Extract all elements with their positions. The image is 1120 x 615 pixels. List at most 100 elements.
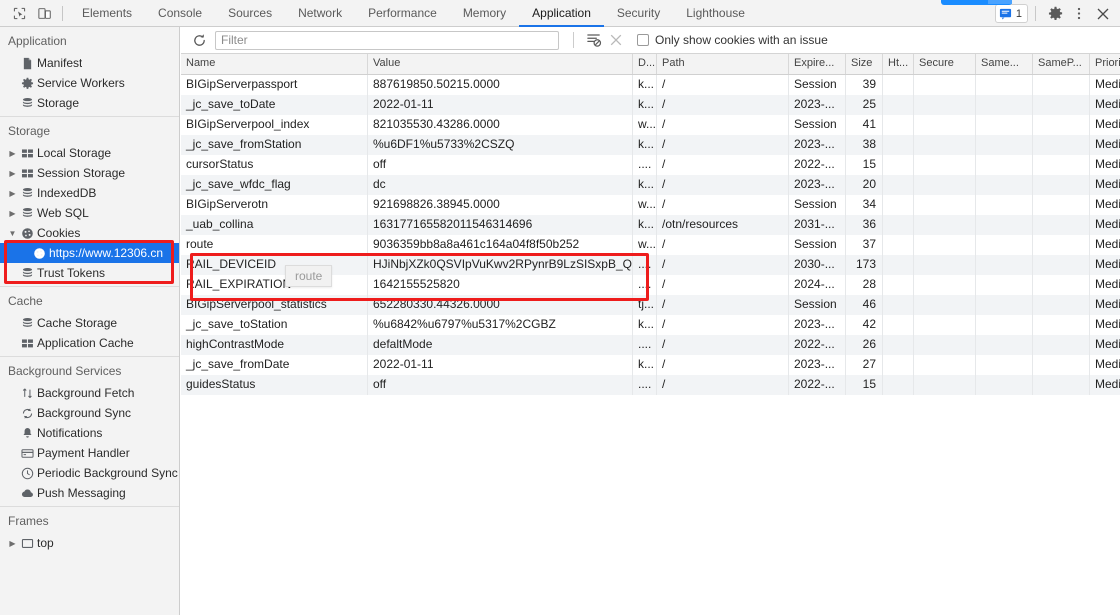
sidebar-item-background-fetch[interactable]: Background Fetch <box>0 383 179 403</box>
tab-memory[interactable]: Memory <box>450 0 519 27</box>
cell-expires: 2031-... <box>789 215 846 235</box>
sidebar-item-service-workers[interactable]: Service Workers <box>0 73 179 93</box>
sidebar-item-payment-handler[interactable]: Payment Handler <box>0 443 179 463</box>
cell-httponly <box>883 295 914 315</box>
column-header-expires[interactable]: Expire... <box>789 54 846 74</box>
chevron-right-icon[interactable]: ▶ <box>7 539 18 548</box>
toolbar-divider-right <box>1035 6 1036 21</box>
cell-domain: k... <box>633 355 657 375</box>
sidebar-item-storage[interactable]: Storage <box>0 93 179 113</box>
column-header-secure[interactable]: Secure <box>914 54 976 74</box>
tab-lighthouse[interactable]: Lighthouse <box>673 0 758 27</box>
cell-domain: .... <box>633 335 657 355</box>
table-row[interactable]: route 9036359bb8a8a461c164a04f8f50b252 w..… <box>181 235 1120 255</box>
table-row[interactable]: cursorStatusoff..../2022-...15 Medium <box>181 155 1120 175</box>
chevron-right-icon[interactable]: ▶ <box>7 169 18 178</box>
sidebar-item-trust-tokens[interactable]: Trust Tokens <box>0 263 179 283</box>
tab-security[interactable]: Security <box>604 0 673 27</box>
inspect-element-icon[interactable] <box>6 1 32 25</box>
cell-name: _jc_save_fromStation <box>181 135 368 155</box>
tab-sources[interactable]: Sources <box>215 0 285 27</box>
table-row[interactable]: BIGipServerpool_index 821035530.43286.000… <box>181 115 1120 135</box>
database-icon <box>22 97 33 107</box>
sidebar-item-manifest[interactable]: Manifest <box>0 53 179 73</box>
table-row[interactable]: _uab_collina 163177165582011546314696 k...… <box>181 215 1120 235</box>
column-header-size[interactable]: Size <box>846 54 883 74</box>
table-row[interactable]: _jc_save_fromStation %u6DF1%u5733%2CSZQ k.… <box>181 135 1120 155</box>
more-vertical-icon[interactable] <box>1067 3 1091 25</box>
sidebar-item-periodic-background-sync[interactable]: Periodic Background Sync <box>0 463 179 483</box>
checkbox-box[interactable] <box>637 34 649 46</box>
column-header-value[interactable]: Value <box>368 54 633 74</box>
sidebar-item-indexeddb[interactable]: ▶ IndexedDB <box>0 183 179 203</box>
application-sidebar[interactable]: Application Manifest Service Workers Storag… <box>0 27 180 615</box>
table-row[interactable]: _jc_save_fromDate 2022-01-11 k.../2023-...… <box>181 355 1120 375</box>
table-row[interactable]: _jc_save_toDate 2022-01-11 k.../2023-... 25… <box>181 95 1120 115</box>
column-header-name[interactable]: Name <box>181 54 368 74</box>
cell-path: / <box>657 235 789 255</box>
tab-elements[interactable]: Elements <box>69 0 145 27</box>
sidebar-item-cache-storage[interactable]: Cache Storage <box>0 313 179 333</box>
filter-input[interactable] <box>215 30 559 50</box>
table-row[interactable]: highContrastMode defaltMode..../2022-... 2… <box>181 335 1120 355</box>
cell-name: cursorStatus <box>181 155 368 175</box>
table-row[interactable]: guidesStatusoff..../2022-...15 Medium <box>181 375 1120 395</box>
cell-expires: 2022-... <box>789 155 846 175</box>
table-row[interactable]: BIGipServerotn 921698826.38945.0000 w... / S… <box>181 195 1120 215</box>
column-header-sameparty[interactable]: SameP... <box>1033 54 1090 74</box>
cell-domain: k... <box>633 315 657 335</box>
sidebar-item-label: Local Storage <box>37 146 112 160</box>
tab-application[interactable]: Application <box>519 0 604 27</box>
sidebar-item-https-www-12306-cn[interactable]: https://www.12306.cn <box>0 243 179 263</box>
cell-path: / <box>657 275 789 295</box>
cell-size: 15 <box>846 375 883 395</box>
sidebar-item-top[interactable]: ▶ top <box>0 533 179 553</box>
tab-network[interactable]: Network <box>285 0 355 27</box>
gear-icon[interactable] <box>1043 3 1067 25</box>
close-icon[interactable] <box>1091 3 1115 25</box>
device-toolbar-icon[interactable] <box>32 1 58 25</box>
column-header-priority[interactable]: Priority <box>1090 54 1120 74</box>
sidebar-item-web-sql[interactable]: ▶ Web SQL <box>0 203 179 223</box>
sidebar-item-session-storage[interactable]: ▶ Session Storage <box>0 163 179 183</box>
column-header-path[interactable]: Path <box>657 54 789 74</box>
sidebar-item-notifications[interactable]: Notifications <box>0 423 179 443</box>
messages-badge[interactable]: 1 <box>994 4 1028 23</box>
chevron-right-icon[interactable]: ▶ <box>7 209 18 218</box>
sidebar-item-application-cache[interactable]: Application Cache <box>0 333 179 353</box>
cookies-table-body[interactable]: BIGipServerpassport 887619850.50215.0000 k… <box>181 75 1120 395</box>
column-header-httponly[interactable]: Ht... <box>883 54 914 74</box>
cell-priority: Medium <box>1095 217 1120 231</box>
table-row[interactable]: BIGipServerpool_statistics 652280330.4432… <box>181 295 1120 315</box>
cell-sameparty <box>1033 275 1090 295</box>
column-header-samesite[interactable]: Same... <box>976 54 1033 74</box>
only-issues-checkbox[interactable]: Only show cookies with an issue <box>637 33 828 47</box>
cell-priority: Medium <box>1095 77 1120 91</box>
refresh-icon[interactable] <box>187 29 211 51</box>
sidebar-item-label: Storage <box>37 96 80 110</box>
table-row[interactable]: _jc_save_wfdc_flagdck.../2023-...20 Mediu… <box>181 175 1120 195</box>
cell-secure <box>914 115 976 135</box>
cell-size: 38 <box>846 135 883 155</box>
chevron-right-icon[interactable]: ▶ <box>7 149 18 158</box>
tab-performance[interactable]: Performance <box>355 0 450 27</box>
table-row[interactable]: _jc_save_toStation %u6842%u6797%u5317%2CG… <box>181 315 1120 335</box>
sidebar-item-background-sync[interactable]: Background Sync <box>0 403 179 423</box>
table-row[interactable]: BIGipServerpassport 887619850.50215.0000 k… <box>181 75 1120 95</box>
cell-samesite <box>976 355 1033 375</box>
sidebar-item-cookies[interactable]: ▼ Cookies <box>0 223 179 243</box>
clear-filter-icon[interactable] <box>583 29 605 51</box>
cell-name: _jc_save_toDate <box>181 95 368 115</box>
cell-sameparty <box>1033 155 1090 175</box>
chevron-down-icon[interactable]: ▼ <box>7 229 18 238</box>
tab-console[interactable]: Console <box>145 0 215 27</box>
sidebar-item-push-messaging[interactable]: Push Messaging <box>0 483 179 503</box>
cell-path: / <box>657 135 789 155</box>
chevron-right-icon[interactable]: ▶ <box>7 189 18 198</box>
clear-cookies-icon[interactable] <box>605 29 627 51</box>
cell-priority: Medium <box>1095 337 1120 351</box>
sidebar-item-local-storage[interactable]: ▶ Local Storage <box>0 143 179 163</box>
cell-size: 27 <box>846 355 883 375</box>
column-header-domain[interactable]: D... <box>633 54 657 74</box>
sync-icon <box>18 407 37 420</box>
